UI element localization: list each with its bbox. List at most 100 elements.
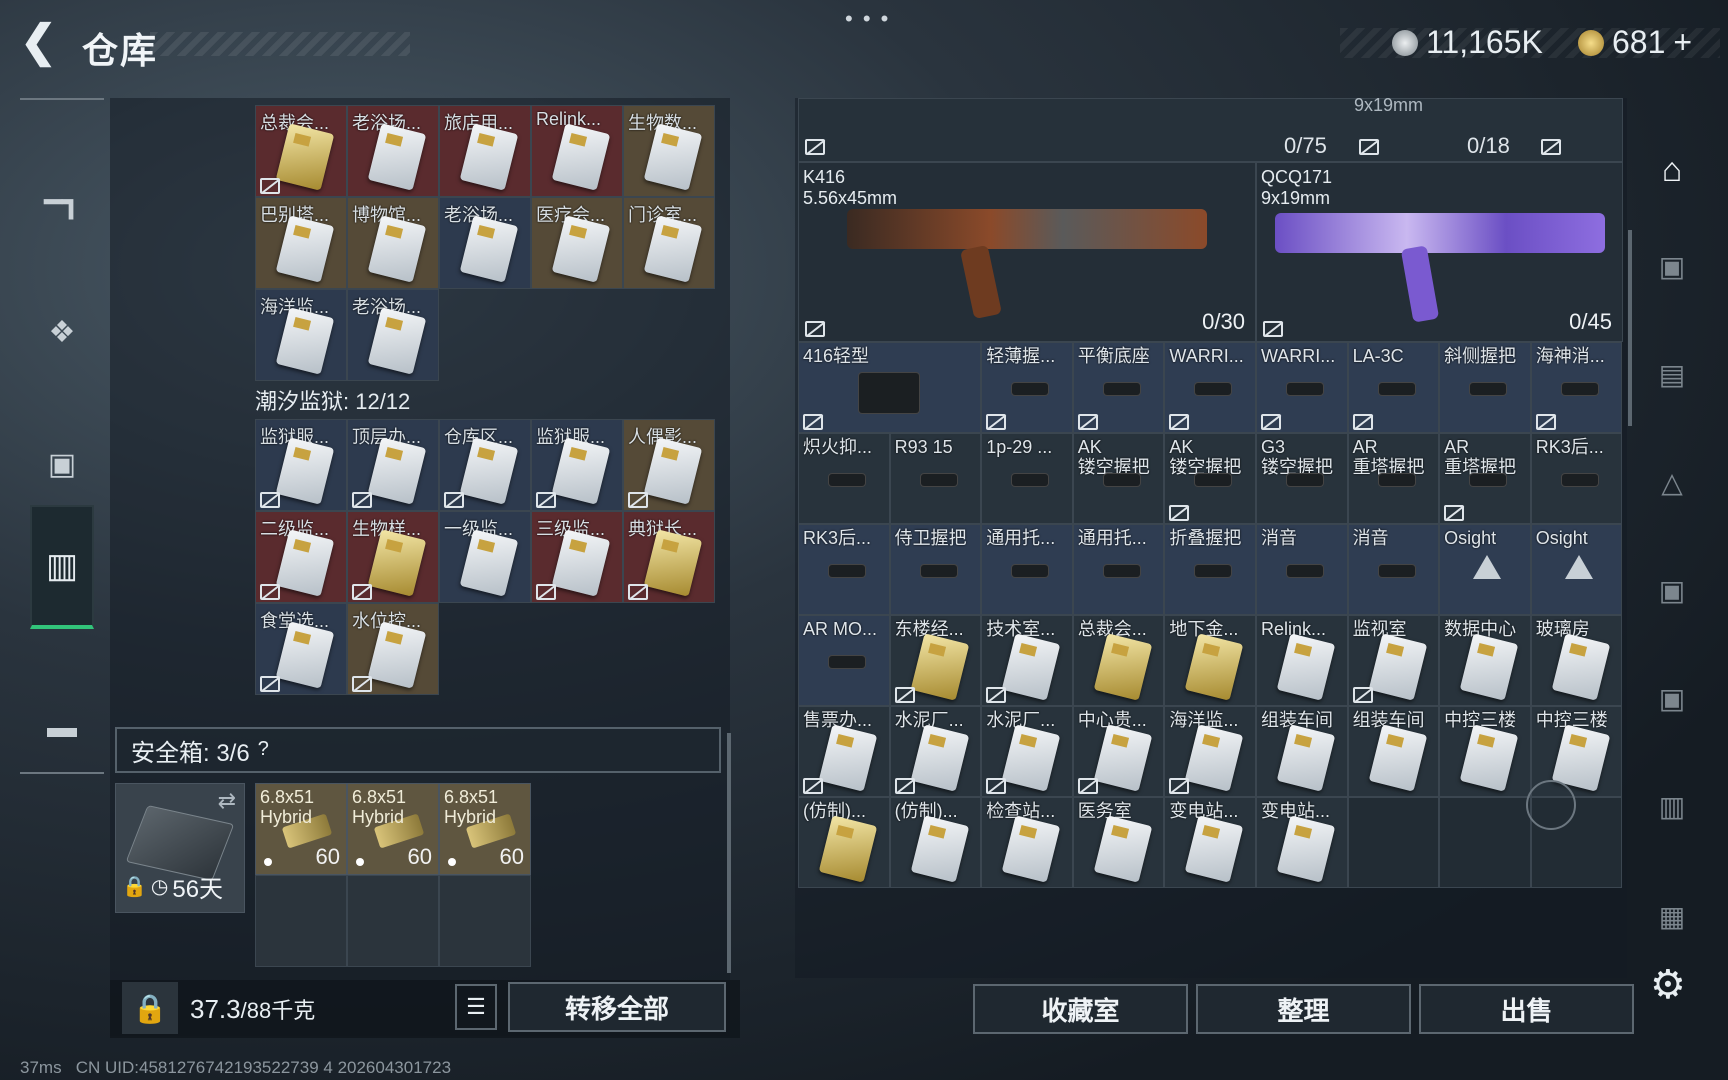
tier-v-icon[interactable]: ▣ — [1644, 670, 1700, 726]
keycard-slot[interactable]: 顶层办... — [347, 419, 439, 511]
keycard-slot[interactable]: 组装车间 — [1347, 706, 1440, 797]
keycard-slot[interactable]: 海洋监... — [255, 289, 347, 381]
toolbox-category-icon[interactable]: ▬ — [30, 696, 94, 760]
keycard-slot[interactable]: 监狱服... — [255, 419, 347, 511]
empty-slot[interactable] — [439, 875, 531, 967]
attachment-slot[interactable]: 轻薄握... — [981, 342, 1073, 433]
keycard-slot[interactable]: 典狱长... — [623, 511, 715, 603]
attachment-slot[interactable]: 炽火抑... — [798, 433, 890, 524]
currency-gold[interactable]: 681 + — [1578, 24, 1692, 61]
keycard-slot[interactable]: 总裁会... — [1072, 615, 1165, 706]
ammo-slot[interactable]: 6.8x51 Hybrid 60 — [255, 783, 347, 875]
keycard-slot[interactable]: 变电站... — [1255, 797, 1348, 888]
collection-room-button[interactable]: 收藏室 — [973, 984, 1188, 1034]
backpack-category-icon[interactable]: ▣ — [30, 432, 94, 496]
attachment-slot[interactable]: WARRI... — [1255, 342, 1348, 433]
warehouse-icon[interactable]: ⌂ — [1644, 142, 1700, 198]
attachment-slot[interactable]: Osight — [1439, 524, 1531, 615]
attachment-slot[interactable]: 平衡底座 — [1072, 342, 1165, 433]
keycard-slot[interactable]: 人偶影... — [623, 419, 715, 511]
attachment-slot[interactable]: 海神消... — [1530, 342, 1623, 433]
keycard-slot[interactable]: 老浴场... — [439, 197, 531, 289]
attachment-slot[interactable]: 通用托... — [1072, 524, 1165, 615]
weapon-qcq171[interactable]: QCQ171 9x19mm 0/45 — [1256, 162, 1623, 342]
attachment-slot[interactable]: RK3后... — [798, 524, 890, 615]
keycard-slot[interactable]: 监狱服... — [531, 419, 623, 511]
keycard-slot[interactable]: 玻璃房 — [1530, 615, 1623, 706]
keycard-slot[interactable]: 总裁会... — [255, 105, 347, 197]
back-button[interactable]: ❮ — [20, 20, 64, 68]
attachment-slot[interactable]: AR MO... — [798, 615, 890, 706]
tier-iv-icon[interactable]: △ — [1644, 454, 1700, 510]
keycard-slot[interactable]: 检查站... — [981, 797, 1073, 888]
attachment-slot[interactable]: WARRI... — [1164, 342, 1256, 433]
attachment-slot[interactable]: AK 镂空握把 — [1164, 433, 1256, 524]
attachment-slot[interactable]: 侍卫握把 — [889, 524, 982, 615]
keycard-slot[interactable]: 数据中心 — [1439, 615, 1531, 706]
keycard-slot[interactable]: 东楼经... — [889, 615, 982, 706]
right-scrollbar[interactable] — [1628, 230, 1632, 426]
list-view-button[interactable]: ☰ — [455, 984, 497, 1030]
tier-v-icon[interactable]: ▣ — [1644, 238, 1700, 294]
attachment-slot[interactable]: 416轻型 — [798, 342, 982, 433]
keycard-slot[interactable]: 老浴场... — [347, 289, 439, 381]
empty-slot[interactable] — [347, 875, 439, 967]
left-scrollbar[interactable] — [727, 733, 731, 973]
keycard-slot[interactable]: 水位控... — [347, 603, 439, 695]
keycard-slot[interactable]: 二级监... — [255, 511, 347, 603]
attachment-slot[interactable]: G3 镂空握把 — [1255, 433, 1348, 524]
sort-button[interactable]: 整理 — [1196, 984, 1411, 1034]
keycard-slot[interactable]: 水泥厂... — [889, 706, 982, 797]
keycard-slot[interactable]: 变电站... — [1164, 797, 1256, 888]
settings-gear-icon[interactable]: ⚙ — [1650, 962, 1686, 1008]
weapon-k416[interactable]: K416 5.56x45mm 0/30 — [798, 162, 1256, 342]
keycard-slot[interactable]: 仓库区... — [439, 419, 531, 511]
attachment-slot[interactable]: 消音 — [1255, 524, 1348, 615]
keycard-slot[interactable]: 巴别塔... — [255, 197, 347, 289]
keycard-slot[interactable]: 医务室 — [1072, 797, 1165, 888]
keycard-slot[interactable]: 老浴场... — [347, 105, 439, 197]
add-currency-icon[interactable]: + — [1673, 24, 1692, 61]
help-icon[interactable]: ? — [258, 738, 282, 762]
keycard-slot[interactable]: Relink... — [531, 105, 623, 197]
keycard-slot[interactable]: 三级监... — [531, 511, 623, 603]
keycard-slot[interactable]: 旅店用... — [439, 105, 531, 197]
lock-button[interactable]: 🔒 — [122, 982, 178, 1034]
keycard-slot[interactable]: 博物馆... — [347, 197, 439, 289]
ammo-slot[interactable]: 6.8x51 Hybrid 60 — [439, 783, 531, 875]
attachment-slot[interactable]: 斜侧握把 — [1439, 342, 1531, 433]
keycard-slot[interactable]: 门诊室... — [623, 197, 715, 289]
keycard-slot[interactable]: 医疗会... — [531, 197, 623, 289]
keycard-slot[interactable]: 一级监... — [439, 511, 531, 603]
attachment-slot[interactable]: LA-3C — [1347, 342, 1440, 433]
keycard-slot[interactable]: 技术室... — [981, 615, 1073, 706]
attachment-slot[interactable]: AR 重塔握把 — [1347, 433, 1440, 524]
more-menu-icon[interactable]: • • • — [845, 6, 890, 32]
empty-slot[interactable] — [1439, 797, 1531, 888]
attachment-slot[interactable]: 1p-29 ... — [981, 433, 1073, 524]
attachment-slot[interactable]: RK3后... — [1530, 433, 1623, 524]
keycard-slot[interactable]: (仿制)... — [889, 797, 982, 888]
attachment-slot[interactable]: R93 15 — [889, 433, 982, 524]
keycard-slot[interactable]: (仿制)... — [798, 797, 890, 888]
ammo-slot[interactable]: 6.8x51 Hybrid 60 — [347, 783, 439, 875]
attachment-slot[interactable]: Osight — [1530, 524, 1623, 615]
swap-icon[interactable]: ⇄ — [218, 788, 236, 814]
keycard-slot[interactable]: 海洋监... — [1164, 706, 1256, 797]
container-category-icon[interactable]: ▥ — [30, 505, 94, 629]
attachment-slot[interactable]: AK 镂空握把 — [1072, 433, 1165, 524]
keycard-slot[interactable]: 中控三楼 — [1439, 706, 1531, 797]
keycard-slot[interactable]: 地下金... — [1164, 615, 1256, 706]
tier-iv-icon[interactable]: ▣ — [1644, 562, 1700, 618]
keycard-slot[interactable]: 售票办... — [798, 706, 890, 797]
attachment-slot[interactable]: 消音 — [1347, 524, 1440, 615]
attachment-slot[interactable]: 通用托... — [981, 524, 1073, 615]
empty-slot[interactable] — [255, 875, 347, 967]
keycard-slot[interactable]: 中心贵... — [1072, 706, 1165, 797]
tier-iv-icon[interactable]: ▤ — [1644, 346, 1700, 402]
sell-button[interactable]: 出售 — [1419, 984, 1634, 1034]
transfer-all-button[interactable]: 转移全部 — [508, 982, 726, 1032]
keycard-slot[interactable]: 食堂选... — [255, 603, 347, 695]
keycard-slot[interactable]: 组装车间 — [1255, 706, 1348, 797]
attachment-slot[interactable]: 折叠握把 — [1164, 524, 1256, 615]
